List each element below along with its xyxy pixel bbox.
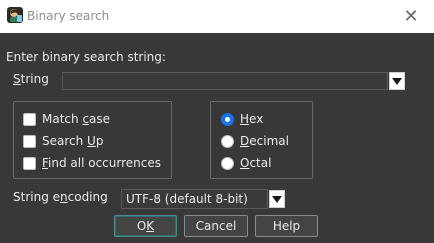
title-bar: Binary search ✕: [0, 0, 434, 33]
close-icon: ✕: [403, 5, 419, 27]
cancel-button[interactable]: Cancel: [184, 215, 248, 237]
decimal-radio-button[interactable]: [221, 134, 234, 148]
window-title: Binary search: [27, 9, 110, 23]
search-up-checkbox[interactable]: Search Up: [23, 134, 103, 148]
hex-radio[interactable]: Hex: [221, 112, 263, 126]
chevron-down-icon: [272, 195, 282, 203]
match-case-label: Match case: [42, 112, 111, 126]
app-logo-icon: [7, 7, 23, 23]
search-up-label: Search Up: [42, 134, 104, 148]
hex-radio-button[interactable]: [221, 112, 234, 126]
match-case-box[interactable]: [23, 112, 36, 126]
encoding-dropdown-button[interactable]: [269, 190, 285, 208]
find-all-label: Find all occurrences: [42, 156, 161, 170]
decimal-label: Decimal: [240, 134, 289, 148]
string-label-rest: tring: [20, 72, 49, 86]
match-case-checkbox[interactable]: Match case: [23, 112, 110, 126]
binary-search-dialog: Binary search ✕ Enter binary search stri…: [0, 0, 434, 243]
octal-radio[interactable]: Octal: [221, 156, 271, 170]
search-prompt: Enter binary search string:: [6, 50, 166, 64]
decimal-radio[interactable]: Decimal: [221, 134, 289, 148]
search-string-input[interactable]: [62, 72, 388, 90]
octal-label: Octal: [240, 156, 272, 170]
close-button[interactable]: ✕: [388, 0, 434, 33]
hex-label: Hex: [240, 112, 264, 126]
search-up-box[interactable]: [23, 134, 36, 148]
find-all-occurrences-checkbox[interactable]: Find all occurrences: [23, 156, 161, 170]
find-all-box[interactable]: [23, 156, 36, 170]
string-history-dropdown-button[interactable]: [389, 72, 405, 90]
string-label: String: [13, 72, 49, 86]
string-encoding-select[interactable]: UTF-8 (default 8-bit): [121, 189, 268, 209]
chevron-down-icon: [392, 77, 402, 85]
string-encoding-label: String encoding: [13, 190, 108, 204]
octal-radio-button[interactable]: [221, 156, 234, 170]
string-label-accel: S: [13, 72, 21, 86]
help-button[interactable]: Help: [255, 215, 318, 237]
ok-button-label: OK: [136, 219, 155, 233]
ok-button[interactable]: OK: [114, 215, 177, 237]
